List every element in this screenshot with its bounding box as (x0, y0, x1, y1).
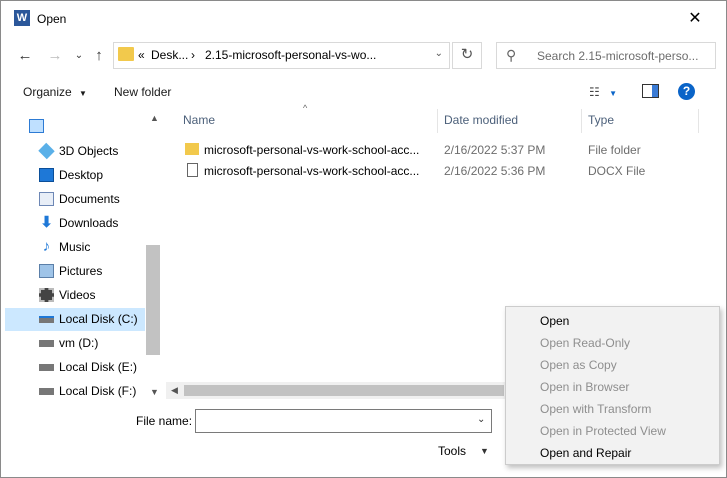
close-icon[interactable]: ✕ (685, 10, 705, 30)
search-box[interactable]: ⚲ Search 2.15-microsoft-perso... (496, 42, 716, 69)
file-name: microsoft-personal-vs-work-school-acc... (204, 143, 420, 157)
chevron-down-icon[interactable]: ⌄ (435, 48, 443, 59)
column-header-date[interactable]: Date modified (444, 113, 518, 127)
file-date: 2/16/2022 5:37 PM (444, 143, 546, 157)
column-divider[interactable] (437, 109, 438, 133)
scroll-left-icon[interactable]: ◀ (171, 385, 178, 396)
sidebar-item-label: Desktop (59, 168, 104, 182)
file-type: DOCX File (588, 164, 646, 178)
menu-item-open-with-transform[interactable]: Open with Transform (506, 397, 719, 419)
organize-button[interactable]: Organize ▼ (23, 85, 87, 99)
column-divider[interactable] (698, 109, 699, 133)
sidebar-item-label: Local Disk (C:) (59, 312, 138, 326)
sidebar-item-3d-objects[interactable]: 3D Objects (5, 140, 145, 163)
word-icon: W (14, 10, 30, 26)
address-segment-desktop[interactable]: Desk... (151, 48, 188, 62)
sidebar-item-desktop[interactable]: Desktop (5, 164, 145, 187)
folder-icon (185, 143, 199, 155)
column-header-type[interactable]: Type (588, 113, 614, 127)
preview-pane-icon[interactable] (642, 84, 659, 98)
menu-item-open[interactable]: Open (506, 309, 719, 331)
recent-locations-icon[interactable]: ⌄ (69, 46, 89, 66)
pictures-icon (39, 264, 54, 278)
sidebar-item-label: vm (D:) (59, 336, 99, 350)
address-overflow[interactable]: « (138, 48, 145, 62)
sidebar-item-this-pc[interactable] (5, 115, 145, 138)
sidebar-item-label: Videos (59, 288, 96, 302)
caret-down-icon: ▼ (79, 89, 87, 98)
caret-down-icon[interactable]: ▼ (480, 446, 489, 456)
search-icon: ⚲ (506, 47, 517, 63)
sort-ascending-icon: ^ (303, 103, 308, 113)
downloads-icon: ⬇ (40, 214, 53, 231)
music-icon: ♪ (42, 238, 51, 255)
menu-item-open-in-browser[interactable]: Open in Browser (506, 375, 719, 397)
document-icon (187, 163, 198, 177)
sidebar-item-label: Downloads (59, 216, 119, 230)
command-bar: Organize ▼ New folder ☷ ▼ ? (1, 79, 726, 107)
sidebar-item-label: Local Disk (F:) (59, 384, 137, 398)
column-divider[interactable] (581, 109, 582, 133)
3d-objects-icon (38, 142, 55, 160)
nav-scroll-thumb[interactable] (146, 245, 160, 355)
desktop-icon (39, 168, 54, 182)
file-name: microsoft-personal-vs-work-school-acc... (204, 164, 420, 178)
search-placeholder: Search 2.15-microsoft-perso... (537, 49, 699, 63)
sidebar-item-vm-d[interactable]: vm (D:) (5, 332, 145, 355)
forward-button[interactable]: → (45, 46, 65, 66)
column-header-name[interactable]: Name (183, 113, 215, 127)
menu-item-open-read-only[interactable]: Open Read-Only (506, 331, 719, 353)
sidebar-item-label: 3D Objects (59, 144, 119, 158)
menu-item-open-in-protected-view[interactable]: Open in Protected View (506, 419, 719, 441)
organize-label: Organize (23, 85, 72, 99)
new-folder-button[interactable]: New folder (114, 85, 171, 99)
sidebar-item-pictures[interactable]: Pictures (5, 260, 145, 283)
navigation-pane: ▲ ▼ 3D Objects Desktop Documents ⬇ Downl… (1, 109, 162, 399)
open-options-menu: Open Open Read-Only Open as Copy Open in… (505, 306, 720, 465)
menu-item-open-as-copy[interactable]: Open as Copy (506, 353, 719, 375)
sidebar-item-label: Local Disk (E:) (59, 360, 138, 374)
computer-icon (29, 119, 44, 133)
file-row[interactable]: microsoft-personal-vs-work-school-acc...… (181, 161, 701, 181)
drive-icon (39, 316, 54, 323)
title-bar: W Open ✕ (1, 1, 726, 37)
back-button[interactable]: ← (15, 46, 35, 66)
sidebar-item-local-disk-e[interactable]: Local Disk (E:) (5, 356, 145, 379)
sidebar-item-downloads[interactable]: ⬇ Downloads (5, 212, 145, 235)
drive-icon (39, 388, 54, 395)
tools-button[interactable]: Tools (438, 444, 466, 458)
sidebar-item-documents[interactable]: Documents (5, 188, 145, 211)
sidebar-item-local-disk-f[interactable]: Local Disk (F:) (5, 380, 145, 399)
folder-icon (118, 47, 134, 61)
refresh-button[interactable]: ↻ (452, 42, 482, 69)
menu-item-open-and-repair[interactable]: Open and Repair (506, 441, 719, 463)
sidebar-item-label: Music (59, 240, 91, 254)
drive-icon (39, 364, 54, 371)
sidebar-item-label: Documents (59, 192, 120, 206)
open-dialog: W Open ✕ ← → ⌄ ↑ « Desk... › 2.15-micros… (0, 0, 727, 478)
address-bar[interactable]: « Desk... › 2.15-microsoft-personal-vs-w… (113, 42, 450, 69)
view-options-icon[interactable]: ☷ ▼ (589, 85, 617, 99)
file-date: 2/16/2022 5:36 PM (444, 164, 546, 178)
file-type: File folder (588, 143, 641, 157)
sidebar-item-music[interactable]: ♪ Music (5, 236, 145, 259)
file-row[interactable]: microsoft-personal-vs-work-school-acc...… (181, 140, 701, 160)
scroll-down-icon[interactable]: ▼ (150, 387, 159, 397)
scroll-up-icon[interactable]: ▲ (150, 113, 159, 123)
address-segment-folder[interactable]: 2.15-microsoft-personal-vs-wo... (205, 48, 376, 62)
window-title: Open (37, 12, 67, 26)
help-icon[interactable]: ? (678, 83, 695, 100)
documents-icon (39, 192, 54, 206)
sidebar-item-local-disk-c[interactable]: Local Disk (C:) (5, 308, 145, 331)
sidebar-item-label: Pictures (59, 264, 103, 278)
drive-icon (39, 340, 54, 347)
chevron-down-icon[interactable]: ⌄ (477, 414, 485, 425)
address-separator[interactable]: › (191, 48, 195, 62)
videos-icon (39, 288, 54, 302)
horizontal-scroll-thumb[interactable] (184, 385, 504, 396)
sidebar-item-videos[interactable]: Videos (5, 284, 145, 307)
file-name-label: File name: (136, 414, 193, 428)
file-name-input[interactable] (195, 409, 492, 433)
up-button[interactable]: ↑ (89, 46, 109, 66)
